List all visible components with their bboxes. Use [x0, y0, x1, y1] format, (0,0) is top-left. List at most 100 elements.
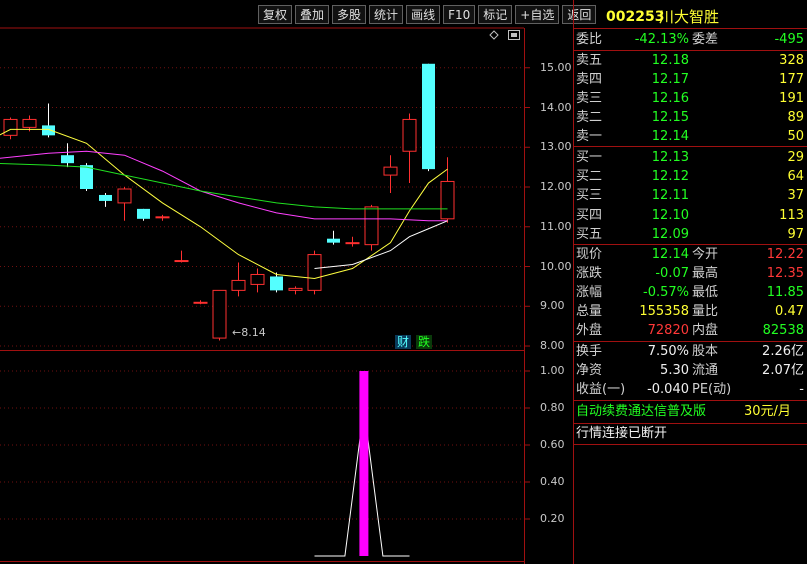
bid-volume: 113 — [779, 207, 804, 223]
finance-value: 2.07亿 — [762, 363, 804, 378]
ask-label: 卖四 — [576, 72, 603, 87]
indicator-axis-label: 1.00 — [540, 364, 565, 377]
ask-price: 12.14 — [651, 129, 689, 144]
quote-row: 外盘 72820 内盘 82538 — [574, 322, 807, 340]
promo-price[interactable]: 30元/月 — [744, 403, 791, 421]
quote-value: 12.35 — [766, 266, 804, 281]
quote-label: 最低 — [692, 285, 719, 300]
quote-label: 涨跌 — [576, 266, 603, 281]
candle[interactable] — [422, 63, 435, 172]
ask-volume: 177 — [779, 72, 804, 87]
indicator-axis-label: 0.60 — [540, 438, 565, 451]
stock-name: 川大智胜 — [659, 8, 720, 26]
bid-label: 买一 — [576, 150, 603, 165]
bid-row: 买三 12.11 37 — [574, 187, 807, 205]
bid-volume: 37 — [787, 188, 804, 204]
quote-label: 量比 — [692, 304, 719, 319]
bid-row: 买四 12.10 113 — [574, 207, 807, 225]
arrow-left-icon: ← — [232, 326, 242, 339]
quote-label: 现价 — [576, 247, 603, 262]
drop-badge[interactable]: 跌 — [416, 335, 433, 349]
quote-value: 82538 — [762, 323, 804, 338]
finance-value: 5.30 — [660, 363, 689, 378]
quote-value: -0.57% — [643, 285, 689, 300]
candle[interactable] — [364, 204, 379, 251]
bid-label: 买四 — [576, 207, 603, 223]
candle[interactable] — [212, 289, 227, 341]
candle[interactable] — [99, 192, 112, 207]
quote-panel: 002253 川大智胜 委比 -42.13% 委差 -495 卖五 12.18 … — [574, 0, 807, 564]
ask-volume: 89 — [787, 110, 804, 125]
quote-row: 现价 12.14 今开 12.22 — [574, 246, 807, 264]
candle[interactable] — [345, 236, 360, 247]
quote-label: 今开 — [692, 247, 719, 262]
bid-row: 买五 12.09 97 — [574, 226, 807, 244]
price-axis-label: 14.00 — [540, 100, 572, 114]
candle[interactable] — [3, 117, 18, 140]
candle[interactable] — [402, 113, 417, 184]
commission-row: 委比 -42.13% 委差 -495 — [576, 32, 804, 47]
finance-row: 换手 7.50% 股本 2.26亿 — [574, 343, 807, 361]
indicator-bar — [359, 371, 369, 556]
ask-label: 卖三 — [576, 91, 603, 106]
kline-chart[interactable] — [0, 0, 574, 564]
candle[interactable] — [270, 272, 283, 293]
candle[interactable] — [383, 155, 398, 193]
candle[interactable] — [117, 187, 132, 221]
finance-value: 7.50% — [647, 344, 689, 359]
stock-code: 002253 — [606, 9, 665, 25]
price-axis-label: 12.00 — [540, 180, 572, 193]
ask-label: 卖二 — [576, 110, 603, 125]
candle[interactable] — [155, 214, 170, 221]
bid-price: 12.09 — [651, 226, 689, 242]
connection-status: 行情连接已断开 — [576, 426, 668, 441]
candle[interactable] — [137, 208, 150, 221]
bid-volume: 64 — [787, 169, 804, 185]
low-price-marker: ←8.14 — [232, 326, 266, 339]
candle[interactable] — [174, 250, 189, 263]
price-axis-label: 13.00 — [540, 140, 572, 154]
bid-price: 12.11 — [651, 188, 689, 204]
window-icon[interactable] — [508, 30, 520, 40]
candle[interactable] — [440, 157, 455, 223]
promo-text[interactable]: 自动续费通达信普及版 — [576, 403, 706, 421]
promo-row[interactable]: 自动续费通达信普及版 30元/月 — [574, 403, 807, 421]
bid-label: 买三 — [576, 188, 603, 204]
candle[interactable] — [193, 300, 208, 305]
price-axis-label: 11.00 — [540, 219, 572, 233]
ask-price: 12.17 — [651, 72, 689, 87]
finance-label: 换手 — [576, 344, 603, 359]
ask-price: 12.16 — [651, 91, 689, 106]
candle[interactable] — [307, 250, 322, 295]
bid-label: 买二 — [576, 169, 603, 185]
ask-row: 卖三 12.16 191 — [574, 90, 807, 108]
ask-label: 卖一 — [576, 129, 603, 144]
quote-label: 内盘 — [692, 323, 719, 338]
finance-row: 收益(一) -0.040 PE(动) - — [574, 381, 807, 399]
price-axis-label: 8.00 — [540, 339, 565, 353]
bid-label: 买五 — [576, 226, 603, 242]
candle[interactable] — [42, 103, 55, 138]
diamond-icon[interactable] — [489, 30, 499, 40]
candle[interactable] — [327, 230, 340, 245]
indicator-axis-label: 0.80 — [540, 401, 565, 414]
finance-badge[interactable]: 财 — [395, 335, 412, 349]
candle[interactable] — [250, 268, 265, 293]
bid-price: 12.12 — [651, 169, 689, 185]
ask-volume: 191 — [779, 91, 804, 106]
ask-row: 卖四 12.17 177 — [574, 71, 807, 89]
finance-value: -0.040 — [647, 382, 689, 397]
ask-volume: 328 — [779, 53, 804, 68]
quote-value: 11.85 — [766, 285, 804, 300]
moving-average-line — [0, 162, 448, 210]
bid-row: 买一 12.13 29 — [574, 149, 807, 167]
finance-label: 股本 — [692, 344, 719, 359]
bid-row: 买二 12.12 64 — [574, 168, 807, 186]
price-axis-label: 10.00 — [540, 259, 572, 273]
candle[interactable] — [231, 262, 246, 297]
ask-label: 卖五 — [576, 53, 603, 68]
candle[interactable] — [288, 286, 303, 295]
indicator-axis-label: 0.40 — [540, 475, 565, 488]
ask-volume: 50 — [787, 129, 804, 144]
price-axis-label: 15.00 — [540, 60, 572, 74]
